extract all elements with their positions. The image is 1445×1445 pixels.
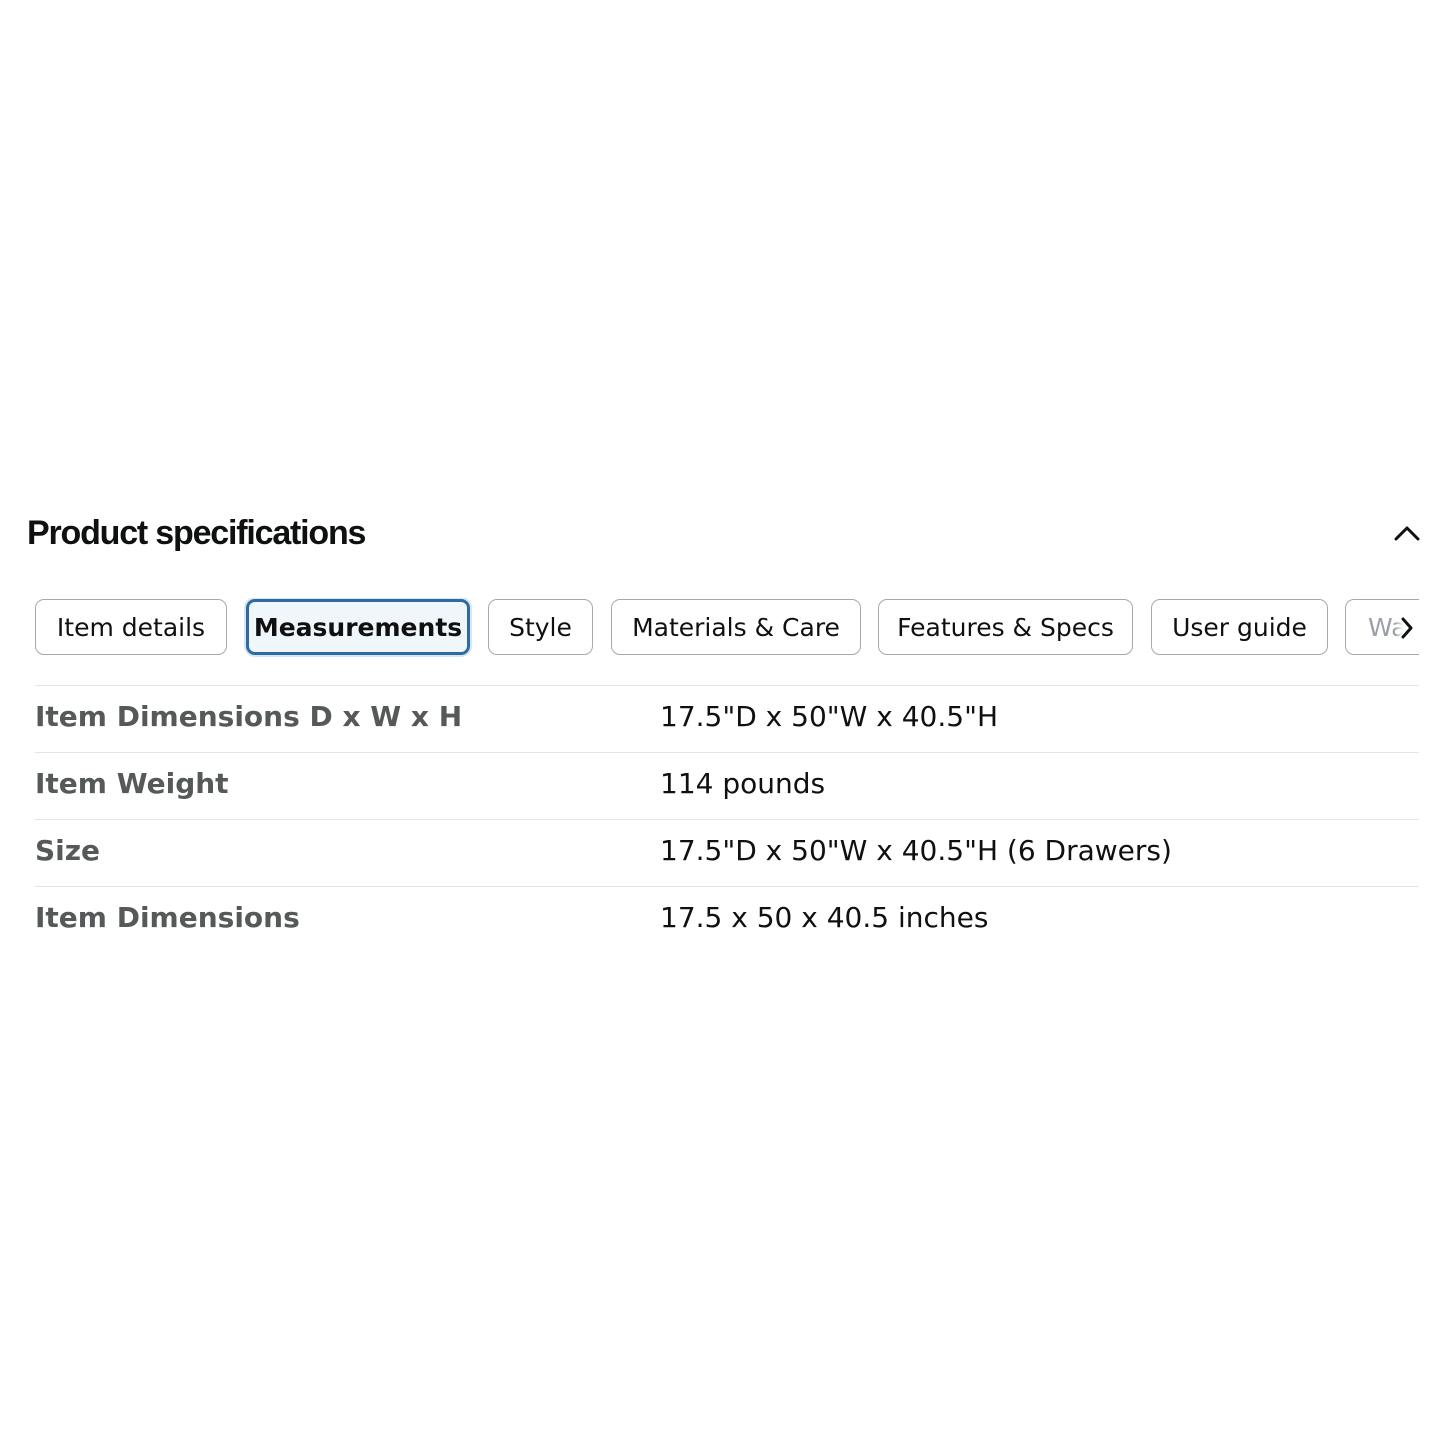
- chevron-right-icon: [1401, 617, 1413, 639]
- table-row: Item Dimensions D x W x H 17.5"D x 50"W …: [35, 685, 1419, 752]
- chevron-up-icon: [1394, 526, 1420, 541]
- collapse-button[interactable]: [1390, 518, 1424, 548]
- tab-label: Style: [509, 612, 572, 642]
- tab-label: Item details: [56, 612, 206, 642]
- scroll-tabs-right-button[interactable]: [1395, 612, 1419, 644]
- spec-value: 17.5"D x 50"W x 40.5"H: [660, 700, 998, 733]
- tab-features-specs[interactable]: Features & Specs: [878, 599, 1133, 655]
- spec-value: 17.5"D x 50"W x 40.5"H (6 Drawers): [660, 834, 1172, 867]
- spec-value: 114 pounds: [660, 767, 826, 800]
- tab-label: User guide: [1172, 612, 1307, 642]
- table-row: Size 17.5"D x 50"W x 40.5"H (6 Drawers): [35, 819, 1419, 886]
- tab-label: Measurements: [253, 612, 463, 642]
- tab-label: Materials & Care: [632, 612, 840, 642]
- tab-materials-care[interactable]: Materials & Care: [611, 599, 861, 655]
- tab-user-guide[interactable]: User guide: [1151, 599, 1328, 655]
- product-specifications-section: Product specifications Item details Meas…: [0, 500, 1445, 934]
- section-title: Product specifications: [27, 514, 366, 552]
- spec-tabs: Item details Measurements Style Material…: [35, 598, 1419, 658]
- tab-item-details[interactable]: Item details: [35, 599, 227, 655]
- spec-label: Item Dimensions D x W x H: [35, 700, 463, 733]
- section-header: Product specifications: [0, 500, 1445, 580]
- table-row: Item Dimensions 17.5 x 50 x 40.5 inches: [35, 886, 1419, 953]
- spec-label: Item Dimensions: [35, 901, 300, 934]
- tab-measurements[interactable]: Measurements: [246, 599, 470, 655]
- spec-label: Item Weight: [35, 767, 229, 800]
- tab-label: Features & Specs: [897, 612, 1114, 642]
- spec-value: 17.5 x 50 x 40.5 inches: [660, 901, 989, 934]
- table-row: Item Weight 114 pounds: [35, 752, 1419, 819]
- specs-table: Item Dimensions D x W x H 17.5"D x 50"W …: [35, 685, 1419, 953]
- tab-style[interactable]: Style: [488, 599, 593, 655]
- spec-label: Size: [35, 834, 101, 867]
